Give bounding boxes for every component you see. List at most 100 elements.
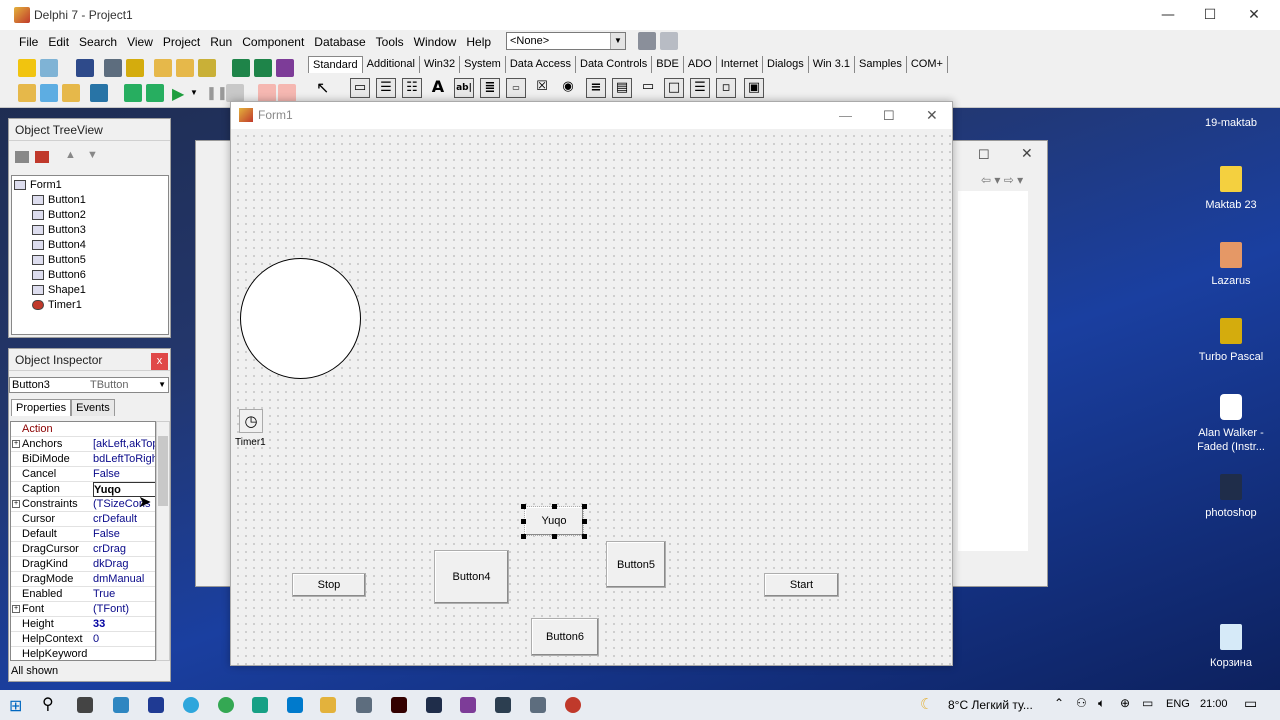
telegram-icon[interactable] xyxy=(183,697,199,713)
tree-node-button4[interactable]: Button4 xyxy=(32,238,86,252)
scrollbar-tool-icon[interactable]: ▭ xyxy=(638,78,658,98)
prop-row-bidimode[interactable]: BiDiMode bdLeftToRight xyxy=(11,452,155,467)
run-icon[interactable]: ▶ xyxy=(172,84,184,104)
tree-delete-icon[interactable] xyxy=(35,151,49,163)
desktop-icon-19-maktab[interactable]: 19-maktab xyxy=(1190,104,1272,130)
settings-icon[interactable] xyxy=(356,697,372,713)
menu-database[interactable]: Database xyxy=(309,33,370,51)
clock[interactable]: 21:00 xyxy=(1200,698,1228,710)
chevron-down-icon[interactable]: ▼ xyxy=(158,378,166,392)
form-maximize-icon[interactable]: ☐ xyxy=(883,102,895,129)
inspector-close-icon[interactable]: x xyxy=(151,353,168,370)
popupmenu-tool-icon[interactable]: ☷ xyxy=(402,78,422,98)
form1-design-surface[interactable]: ◷ Timer1 Stop Button4 Yuqo Button5 Start… xyxy=(231,129,952,665)
tab-events[interactable]: Events xyxy=(71,399,115,416)
stop-button[interactable]: Stop xyxy=(292,573,366,597)
desktop-layout-combo[interactable]: <None> ▼ xyxy=(506,32,626,50)
step-over-icon[interactable] xyxy=(278,84,296,102)
maximize-icon[interactable]: ☐ xyxy=(1188,0,1232,30)
task-view-icon[interactable] xyxy=(77,697,93,713)
button-tool-icon[interactable]: ▭ xyxy=(506,78,526,98)
tree-node-button1[interactable]: Button1 xyxy=(32,193,86,207)
tree-node-button6[interactable]: Button6 xyxy=(32,268,86,282)
tab-additional[interactable]: Additional xyxy=(363,56,420,73)
config-save-icon[interactable] xyxy=(660,32,678,50)
selection-handle[interactable] xyxy=(521,504,526,509)
tab-system[interactable]: System xyxy=(460,56,506,73)
panel-tool-icon[interactable]: ▫ xyxy=(716,78,736,98)
prop-row-helpcontext[interactable]: HelpContext 0 xyxy=(11,632,155,647)
tree-node-button5[interactable]: Button5 xyxy=(32,253,86,267)
open-icon[interactable] xyxy=(40,59,58,77)
mainmenu-tool-icon[interactable]: ☰ xyxy=(376,78,396,98)
menu-help[interactable]: Help xyxy=(461,33,496,51)
listbox-tool-icon[interactable]: ≡ xyxy=(586,78,606,98)
tray-icon[interactable]: ⚇ xyxy=(1076,696,1087,710)
edit-tool-icon[interactable]: ab| xyxy=(454,78,474,98)
form-minimize-icon[interactable]: — xyxy=(839,102,852,129)
new-icon[interactable] xyxy=(18,59,36,77)
scrollbar-thumb[interactable] xyxy=(158,436,168,506)
button4[interactable]: Button4 xyxy=(434,550,509,604)
selection-handle[interactable] xyxy=(582,504,587,509)
tree-node-shape1[interactable]: Shape1 xyxy=(32,283,86,297)
tray-chevron-icon[interactable]: ⌃ xyxy=(1054,696,1064,710)
windows-start-icon[interactable]: ⊞ xyxy=(9,696,22,716)
prop-row-cursor[interactable]: Cursor crDefault xyxy=(11,512,155,527)
save-icon[interactable] xyxy=(76,59,94,77)
groupbox-tool-icon[interactable]: □ xyxy=(664,78,684,98)
component-icon[interactable] xyxy=(232,59,250,77)
actionlist-tool-icon[interactable]: ▣ xyxy=(744,78,764,98)
desktop-icon-alan-walker[interactable]: Alan Walker - Faded (Instr... xyxy=(1190,394,1272,454)
prop-row-height[interactable]: Height 33 xyxy=(11,617,155,632)
editor-close-icon[interactable]: ✕ xyxy=(1021,145,1033,162)
prop-row-cancel[interactable]: Cancel False xyxy=(11,467,155,482)
tab-properties[interactable]: Properties xyxy=(11,399,72,416)
chevron-down-icon[interactable]: ▼ xyxy=(610,33,625,49)
network-icon[interactable]: ⊕ xyxy=(1120,696,1130,710)
combobox-tool-icon[interactable]: ▤ xyxy=(612,78,632,98)
tab-ado[interactable]: ADO xyxy=(684,56,717,73)
recorder-icon[interactable] xyxy=(565,697,581,713)
photoshop-taskbar-icon[interactable] xyxy=(426,697,442,713)
pointer-tool-icon[interactable]: ↖ xyxy=(316,78,329,98)
button6[interactable]: Button6 xyxy=(531,618,599,656)
prop-row-dragmode[interactable]: DragMode dmManual xyxy=(11,572,155,587)
shape1-circle[interactable] xyxy=(240,258,361,379)
radiobutton-tool-icon[interactable]: ◉ xyxy=(558,78,578,98)
new-form-icon[interactable] xyxy=(90,84,108,102)
close-icon[interactable]: ✕ xyxy=(1232,0,1276,30)
tab-standard[interactable]: Standard xyxy=(308,56,363,73)
desktop-icon-maktab-23[interactable]: Maktab 23 xyxy=(1190,166,1272,212)
view-unit-icon[interactable] xyxy=(18,84,36,102)
form-close-icon[interactable]: ✕ xyxy=(926,102,938,129)
editor-maximize-icon[interactable]: ☐ xyxy=(978,147,990,163)
taskbar-app-icon[interactable] xyxy=(495,697,511,713)
minimize-icon[interactable]: — xyxy=(1146,0,1190,30)
selection-handle[interactable] xyxy=(521,534,526,539)
prop-row-enabled[interactable]: Enabled True xyxy=(11,587,155,602)
save-all-icon[interactable] xyxy=(104,59,122,77)
menu-search[interactable]: Search xyxy=(74,33,122,51)
tree-node-button3[interactable]: Button3 xyxy=(32,223,86,237)
checkbox-tool-icon[interactable]: ☒ xyxy=(532,78,552,98)
desktop-icon-lazarus[interactable]: Lazarus xyxy=(1190,242,1272,288)
menu-view[interactable]: View xyxy=(122,33,158,51)
chrome-icon[interactable] xyxy=(218,697,234,713)
taskbar-app-icon[interactable] xyxy=(113,697,129,713)
desktop-icon-recycle-bin[interactable]: Корзина xyxy=(1190,624,1272,670)
prop-row-font[interactable]: + Font (TFont) xyxy=(11,602,155,617)
editor-back-icon[interactable]: ⇦ ▾ ⇨ ▾ xyxy=(981,173,1023,187)
start-button[interactable]: Start xyxy=(764,573,839,597)
selection-handle[interactable] xyxy=(582,534,587,539)
prop-row-dragcursor[interactable]: DragCursor crDrag xyxy=(11,542,155,557)
desktop-icon-turbo-pascal[interactable]: Turbo Pascal xyxy=(1190,318,1272,364)
tab-win32[interactable]: Win32 xyxy=(420,56,461,73)
tree-node-button2[interactable]: Button2 xyxy=(32,208,86,222)
tree-down-icon[interactable]: ▼ xyxy=(87,149,98,161)
radiogroup-tool-icon[interactable]: ☰ xyxy=(690,78,710,98)
run-dropdown-icon[interactable]: ▼ xyxy=(190,88,198,97)
memo-tool-icon[interactable]: ≣ xyxy=(480,78,500,98)
tab-win31[interactable]: Win 3.1 xyxy=(809,56,856,73)
menu-project[interactable]: Project xyxy=(158,33,205,51)
